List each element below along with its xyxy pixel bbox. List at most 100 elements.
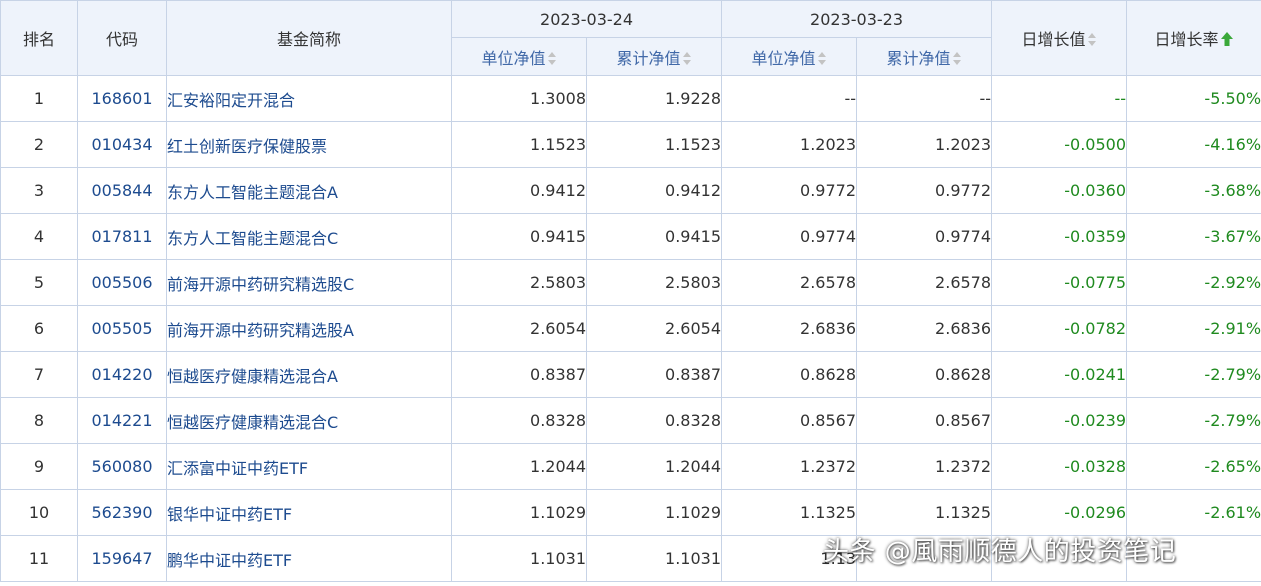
cell-fund-code-link[interactable]: 005505	[77, 305, 167, 352]
col-header-date-1: 2023-03-24	[450, 0, 723, 38]
cell-daily-change: -0.0360	[991, 167, 1128, 214]
cell-rank: 6	[0, 305, 78, 352]
cell-accum-nav-1: 0.9415	[585, 213, 723, 260]
cell-daily-rate: -2.61%	[1126, 489, 1261, 536]
cell-unit-nav-2: 0.8567	[721, 397, 858, 444]
cell-daily-change: -0.0239	[991, 397, 1128, 444]
table-row: 8 014221 恒越医疗健康精选混合C 0.8328 0.8328 0.8567 0.85…	[0, 397, 1261, 444]
cell-fund-code-link[interactable]: 014221	[77, 397, 167, 444]
daily-change-label: 日增长值	[1021, 30, 1086, 49]
cell-unit-nav-1: 1.1029	[451, 489, 587, 536]
cell-accum-nav-1: 0.9412	[585, 167, 723, 214]
cell-unit-nav-1: 0.8328	[451, 397, 587, 444]
cell-fund-name-link[interactable]: 前海开源中药研究精选股C	[166, 259, 452, 306]
cell-accum-nav-1: 1.1029	[585, 489, 723, 536]
cell-daily-change: --	[991, 75, 1128, 122]
table-header: 排名 代码 基金简称 2023-03-24 2023-03-23 日增长值 日增…	[0, 0, 1261, 76]
table-row: 4 017811 东方人工智能主题混合C 0.9415 0.9415 0.9774 0.97…	[0, 213, 1261, 260]
sort-icon[interactable]	[817, 51, 827, 65]
cell-fund-name-link[interactable]: 恒越医疗健康精选混合C	[166, 397, 452, 444]
cell-unit-nav-2: 2.6836	[721, 305, 858, 352]
cell-unit-nav-1: 1.1523	[451, 121, 587, 168]
cell-rank: 2	[0, 121, 78, 168]
cell-fund-name-link[interactable]: 汇添富中证中药ETF	[166, 443, 452, 490]
col-header-rank: 排名	[0, 0, 78, 76]
cell-fund-name-link[interactable]: 鹏华中证中药ETF	[166, 535, 452, 582]
table-row: 10 562390 银华中证中药ETF 1.1029 1.1029 1.1325 1.132…	[0, 489, 1261, 536]
cell-fund-name-link[interactable]: 汇安裕阳定开混合	[166, 75, 452, 122]
daily-rate-label: 日增长率	[1154, 30, 1219, 49]
cell-daily-rate: -4.16%	[1126, 121, 1261, 168]
sort-icon[interactable]	[1087, 33, 1097, 46]
cell-accum-nav-2: 0.9772	[856, 167, 993, 214]
cell-unit-nav-2: --	[721, 75, 858, 122]
cell-rank: 7	[0, 351, 78, 398]
cell-unit-nav-2: 2.6578	[721, 259, 858, 306]
cell-rank: 9	[0, 443, 78, 490]
fund-ranking-table: 排名 代码 基金简称 2023-03-24 2023-03-23 日增长值 日增…	[0, 0, 1261, 582]
cell-fund-name-link[interactable]: 东方人工智能主题混合A	[166, 167, 452, 214]
table-row: 3 005844 东方人工智能主题混合A 0.9412 0.9412 0.9772 0.97…	[0, 167, 1261, 214]
col-header-name: 基金简称	[166, 0, 452, 76]
col-header-daily-change[interactable]: 日增长值	[991, 0, 1128, 76]
cell-fund-code-link[interactable]: 168601	[77, 75, 167, 122]
cell-daily-rate: -3.68%	[1126, 167, 1261, 214]
cell-fund-name-link[interactable]: 东方人工智能主题混合C	[166, 213, 452, 260]
cell-rank: 4	[0, 213, 78, 260]
cell-daily-change: -0.0775	[991, 259, 1128, 306]
cell-accum-nav-2: 2.6578	[856, 259, 993, 306]
cell-unit-nav-2: 0.9772	[721, 167, 858, 214]
cell-unit-nav-2: 1.2023	[721, 121, 858, 168]
col-header-accum-nav-1[interactable]: 累计净值	[585, 37, 723, 76]
cell-fund-code-link[interactable]: 014220	[77, 351, 167, 398]
cell-accum-nav-2: 1.2372	[856, 443, 993, 490]
cell-fund-code-link[interactable]: 159647	[77, 535, 167, 582]
table-row: 6 005505 前海开源中药研究精选股A 2.6054 2.6054 2.6836 2.6…	[0, 305, 1261, 352]
cell-rank: 1	[0, 75, 78, 122]
cell-accum-nav-2: 1.1325	[856, 489, 993, 536]
sort-icon[interactable]	[952, 51, 962, 65]
cell-daily-change: -0.0328	[991, 443, 1128, 490]
cell-accum-nav-2: 0.8628	[856, 351, 993, 398]
sort-icon[interactable]	[682, 51, 692, 65]
cell-fund-code-link[interactable]: 005844	[77, 167, 167, 214]
cell-accum-nav-1: 1.1523	[585, 121, 723, 168]
sort-icon[interactable]	[547, 51, 557, 65]
col-header-unit-nav-2[interactable]: 单位净值	[721, 37, 858, 76]
cell-fund-name-link[interactable]: 恒越医疗健康精选混合A	[166, 351, 452, 398]
cell-daily-rate: -2.79%	[1126, 351, 1261, 398]
cell-accum-nav-2: 1.2023	[856, 121, 993, 168]
accum-nav-label: 累计净值	[886, 48, 951, 68]
watermark: 头条 @風雨顺德人的投资笔记	[823, 537, 1177, 567]
cell-daily-rate: -2.79%	[1126, 397, 1261, 444]
col-header-accum-nav-2[interactable]: 累计净值	[856, 37, 993, 76]
unit-nav-label: 单位净值	[751, 48, 816, 68]
cell-accum-nav-1: 1.1031	[585, 535, 723, 582]
cell-daily-rate: -2.65%	[1126, 443, 1261, 490]
cell-unit-nav-1: 0.8387	[451, 351, 587, 398]
cell-fund-code-link[interactable]: 005506	[77, 259, 167, 306]
unit-nav-label: 单位净值	[481, 48, 546, 68]
cell-rank: 3	[0, 167, 78, 214]
table-row: 2 010434 红土创新医疗保健股票 1.1523 1.1523 1.2023 1.202…	[0, 121, 1261, 168]
col-header-daily-rate[interactable]: 日增长率	[1126, 0, 1261, 76]
cell-daily-change: -0.0359	[991, 213, 1128, 260]
cell-unit-nav-1: 1.2044	[451, 443, 587, 490]
cell-unit-nav-2: 0.9774	[721, 213, 858, 260]
accum-nav-label: 累计净值	[616, 48, 681, 68]
cell-fund-name-link[interactable]: 前海开源中药研究精选股A	[166, 305, 452, 352]
col-header-code: 代码	[77, 0, 167, 76]
cell-daily-rate: -2.92%	[1126, 259, 1261, 306]
cell-fund-code-link[interactable]: 560080	[77, 443, 167, 490]
cell-daily-change: -0.0241	[991, 351, 1128, 398]
cell-fund-code-link[interactable]: 562390	[77, 489, 167, 536]
cell-fund-name-link[interactable]: 红土创新医疗保健股票	[166, 121, 452, 168]
col-header-unit-nav-1[interactable]: 单位净值	[451, 37, 587, 76]
cell-unit-nav-1: 2.6054	[451, 305, 587, 352]
cell-fund-code-link[interactable]: 010434	[77, 121, 167, 168]
cell-daily-change: -0.0296	[991, 489, 1128, 536]
cell-accum-nav-2: 0.9774	[856, 213, 993, 260]
cell-fund-name-link[interactable]: 银华中证中药ETF	[166, 489, 452, 536]
sort-ascending-icon[interactable]	[1220, 31, 1234, 47]
cell-fund-code-link[interactable]: 017811	[77, 213, 167, 260]
